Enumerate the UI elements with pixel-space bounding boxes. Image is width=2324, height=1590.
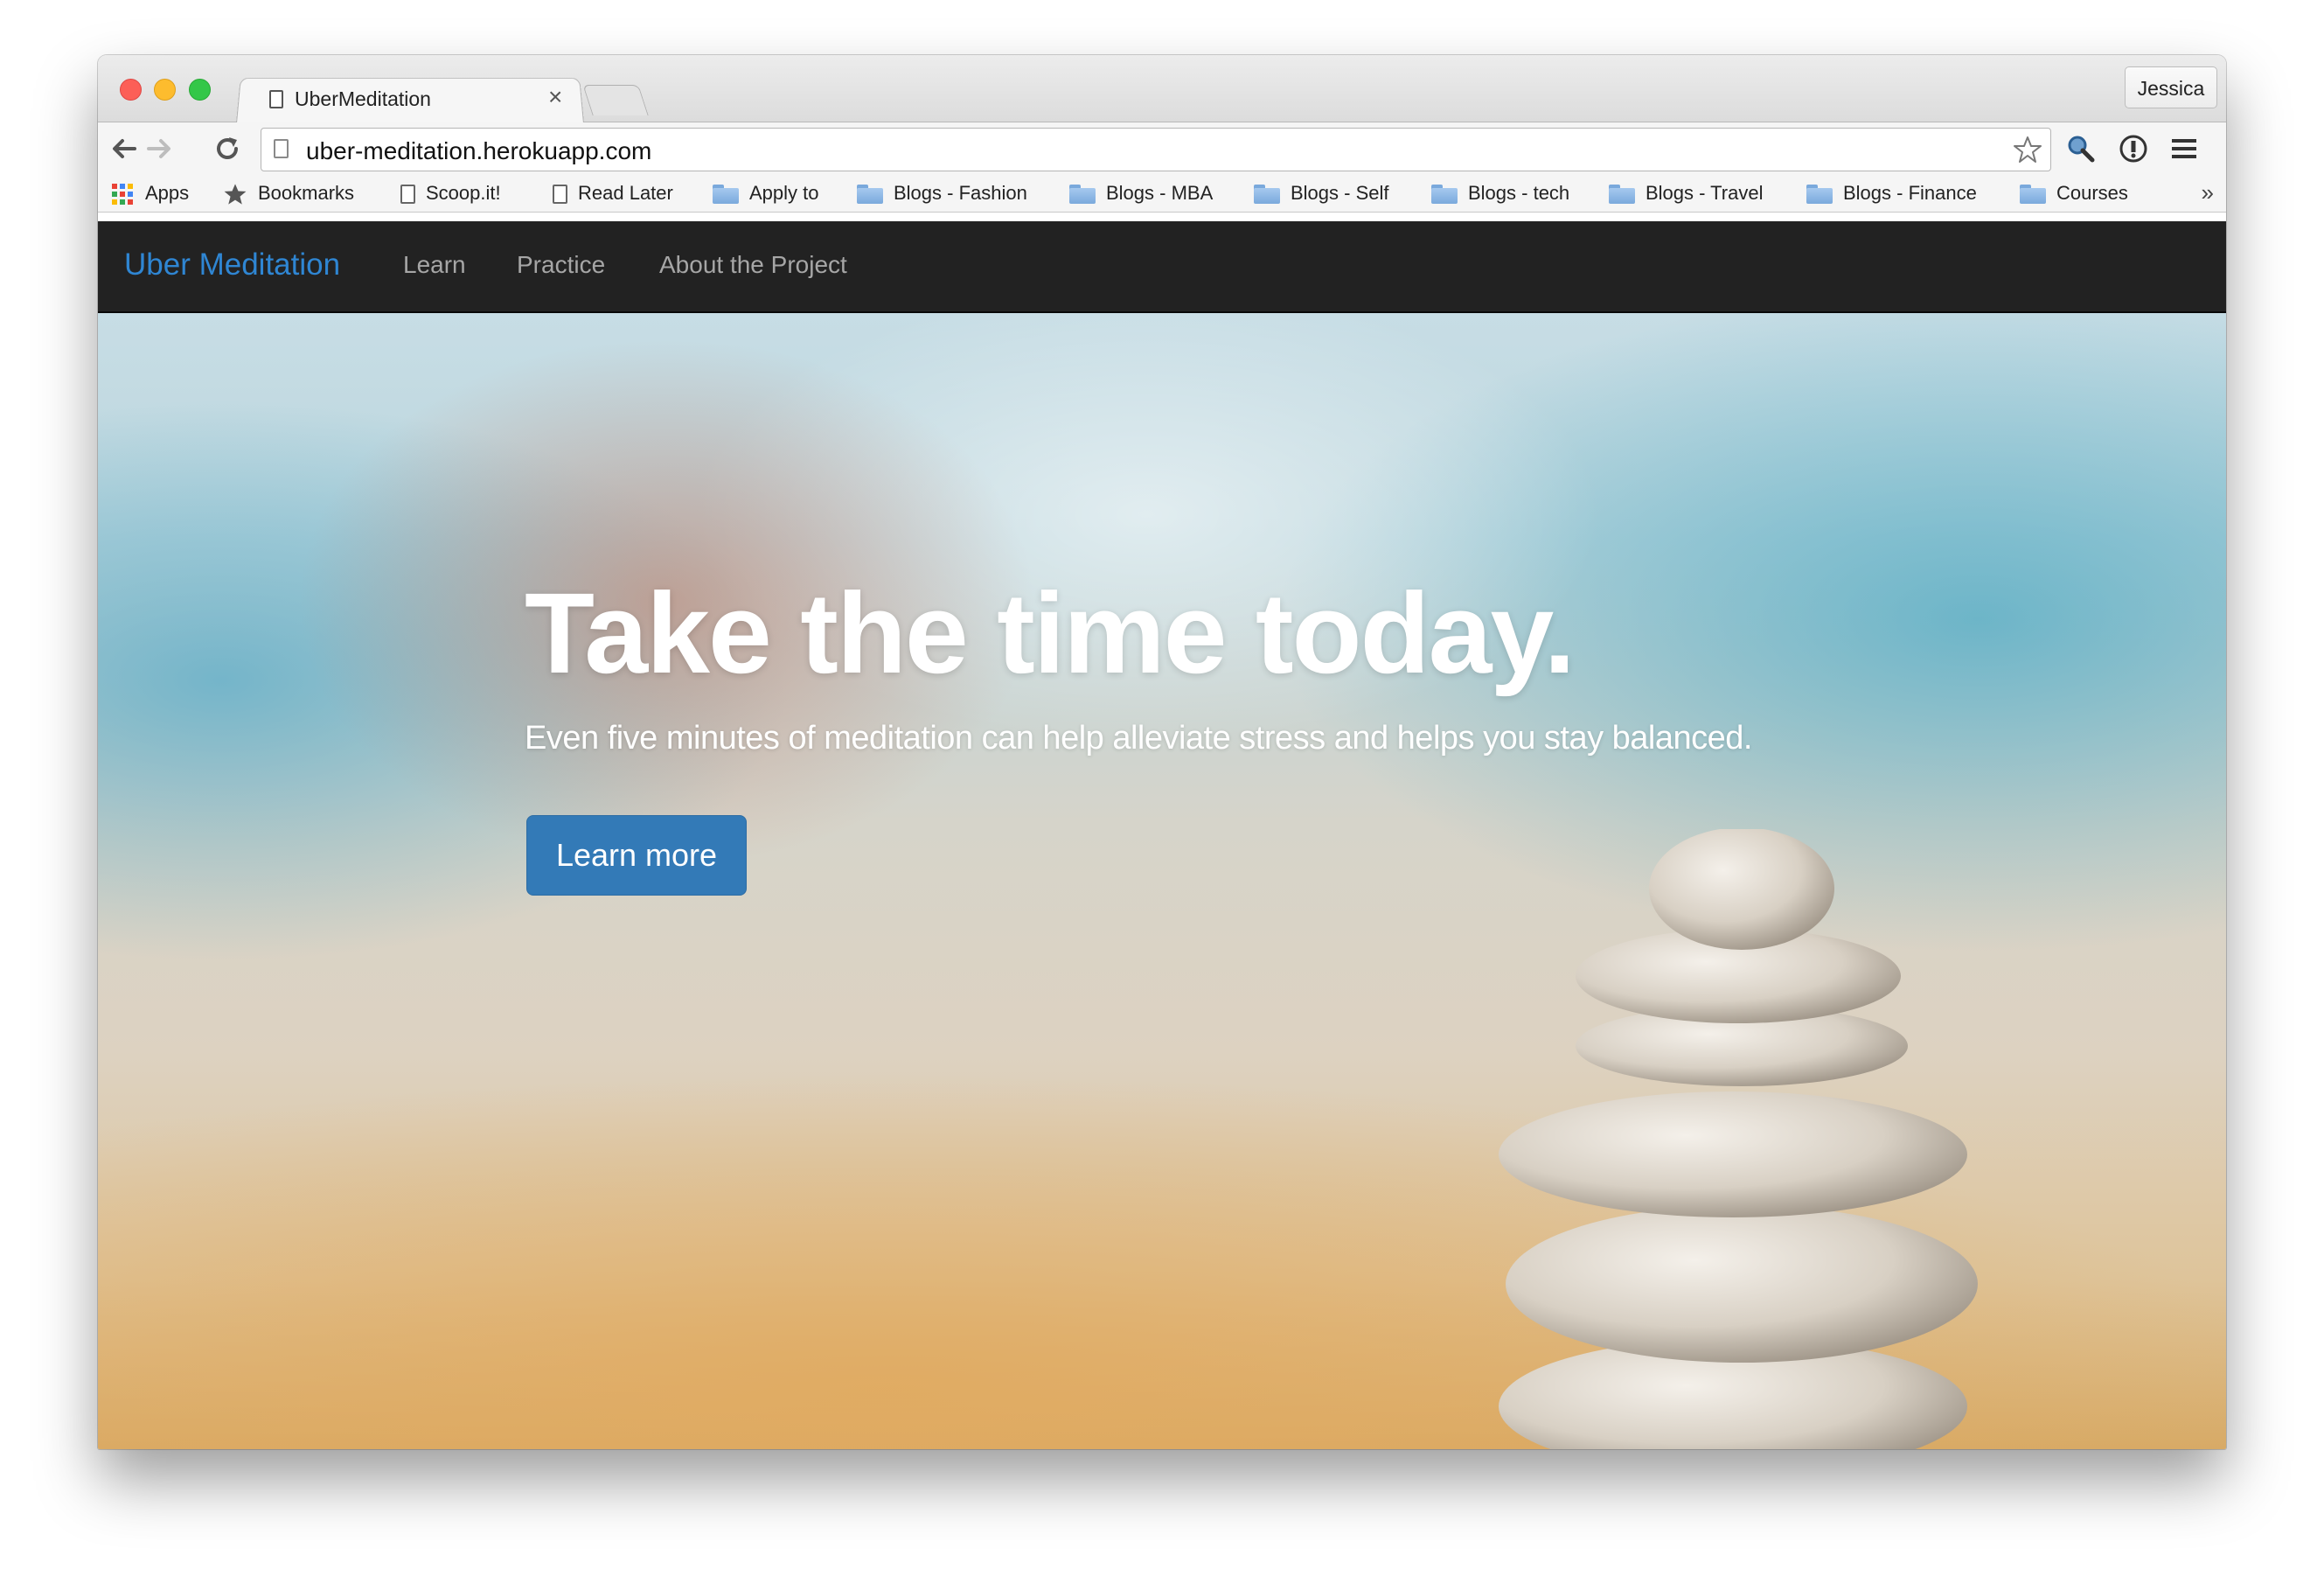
folder-icon [1069, 185, 1096, 205]
folder-icon [1806, 185, 1833, 205]
browser-toolbar: uber-meditation.herokuapp.com [98, 122, 2226, 175]
forward-arrow-icon[interactable] [143, 133, 175, 164]
close-window-button[interactable] [120, 79, 142, 101]
page-icon [274, 139, 289, 158]
bookmark-label: Courses [2056, 182, 2128, 204]
folder-icon [857, 185, 883, 205]
bookmark-bookmarks[interactable]: Bookmarks [223, 179, 354, 207]
star-icon [224, 184, 247, 205]
address-bar[interactable]: uber-meditation.herokuapp.com [261, 128, 2051, 171]
bookmark-blogs-finance[interactable]: Blogs - Finance [1806, 179, 1977, 207]
minimize-window-button[interactable] [154, 79, 176, 101]
folder-icon [713, 185, 739, 205]
bookmarks-bar: Apps Bookmarks Scoop.it! Read Later Appl… [98, 175, 2226, 213]
bookmark-apply-to[interactable]: Apply to [713, 179, 819, 207]
maximize-window-button[interactable] [189, 79, 211, 101]
extension-search-icon[interactable] [2065, 133, 2097, 164]
bookmark-label: Scoop.it! [426, 182, 501, 204]
page-icon [553, 185, 567, 205]
hero-section: Take the time today. Even five minutes o… [98, 313, 2226, 1449]
tab-title: UberMeditation [295, 87, 431, 110]
bookmark-blogs-self[interactable]: Blogs - Self [1254, 179, 1389, 207]
browser-window: UberMeditation × Jessica uber-meditation… [98, 55, 2226, 1449]
browser-tab[interactable]: UberMeditation × [255, 76, 588, 122]
bookmark-label: Apply to [749, 182, 819, 204]
folder-icon [2020, 185, 2046, 205]
tab-strip: UberMeditation × Jessica [98, 55, 2226, 123]
nav-link-about-the-project[interactable]: About the Project [659, 251, 847, 279]
bookmark-label: Blogs - Fashion [894, 182, 1027, 204]
bookmark-scoopit[interactable]: Scoop.it! [400, 179, 501, 207]
folder-icon [1431, 185, 1458, 205]
menu-icon[interactable] [2168, 133, 2200, 164]
bookmark-blogs-mba[interactable]: Blogs - MBA [1069, 179, 1213, 207]
bookmark-label: Blogs - Self [1291, 182, 1389, 204]
apps-grid-icon [112, 184, 133, 206]
bookmarks-overflow-chevron-icon[interactable]: » [2202, 179, 2214, 206]
reload-icon[interactable] [212, 133, 243, 164]
folder-icon [1609, 185, 1635, 205]
bookmark-label: Blogs - MBA [1106, 182, 1214, 204]
new-tab-button[interactable] [582, 85, 649, 115]
site-navbar: Uber Meditation Learn Practice About the… [98, 221, 2226, 313]
bookmark-courses[interactable]: Courses [2020, 179, 2128, 207]
bookmark-blogs-travel[interactable]: Blogs - Travel [1609, 179, 1764, 207]
bookmark-star-icon[interactable] [2012, 134, 2043, 165]
nav-link-practice[interactable]: Practice [517, 251, 605, 279]
tab-close-icon[interactable]: × [548, 85, 562, 109]
back-arrow-icon[interactable] [108, 133, 140, 164]
url-text[interactable]: uber-meditation.herokuapp.com [306, 137, 651, 165]
bookmark-label: Bookmarks [258, 182, 355, 204]
stacked-stones-image [1499, 829, 1978, 1449]
bookmark-label: Read Later [578, 182, 673, 204]
brand-link[interactable]: Uber Meditation [124, 248, 340, 282]
page-icon [400, 185, 415, 205]
hero-title: Take the time today. [525, 568, 1576, 697]
folder-icon [1254, 185, 1280, 205]
bookmark-label: Blogs - tech [1468, 182, 1570, 204]
nav-link-learn[interactable]: Learn [403, 251, 466, 279]
bookmark-apps[interactable]: Apps [110, 179, 189, 207]
bookmark-label: Blogs - Travel [1646, 182, 1764, 204]
bookmark-blogs-fashion[interactable]: Blogs - Fashion [857, 179, 1027, 207]
learn-more-button[interactable]: Learn more [526, 815, 747, 896]
bookmark-label: Apps [145, 182, 190, 204]
bookmark-blogs-tech[interactable]: Blogs - tech [1431, 179, 1569, 207]
profile-button[interactable]: Jessica [2125, 66, 2217, 108]
bookmark-label: Blogs - Finance [1843, 182, 1977, 204]
password-manager-icon[interactable] [2118, 133, 2149, 164]
hero-subtitle: Even five minutes of meditation can help… [525, 720, 1752, 757]
bookmark-read-later[interactable]: Read Later [553, 179, 673, 207]
page-icon [269, 90, 283, 108]
